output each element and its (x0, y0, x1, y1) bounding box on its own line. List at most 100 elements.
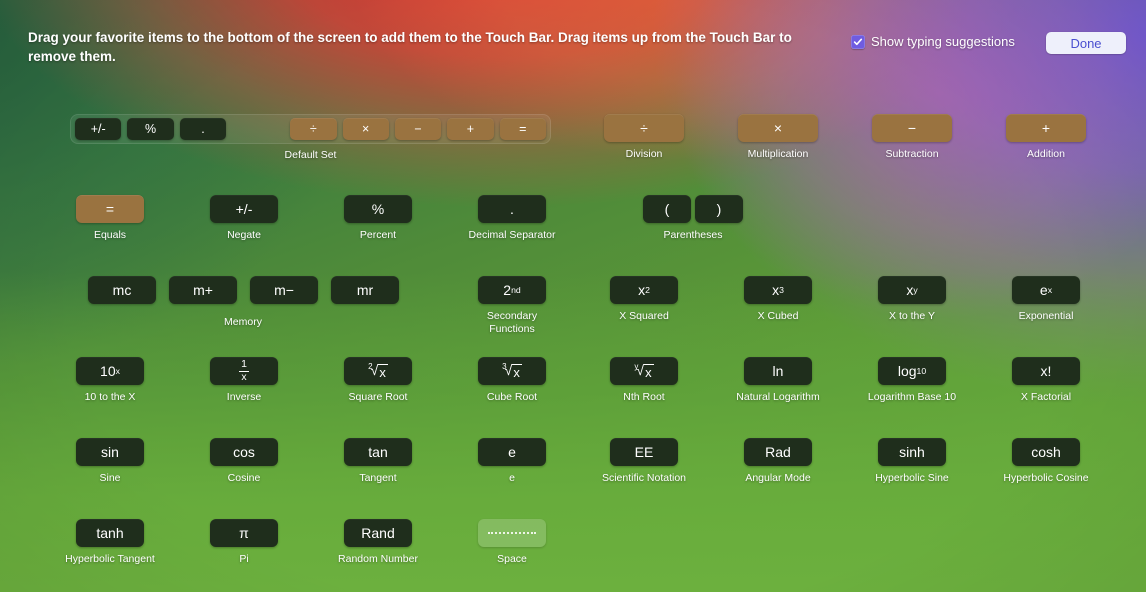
addition-key[interactable]: + (1006, 114, 1086, 142)
x-glyph: x (772, 282, 780, 298)
e-key[interactable]: e (478, 438, 546, 466)
item-logarithm-base-10[interactable]: log 10 Logarithm Base 10 (852, 357, 972, 404)
nth-root-label: Nth Root (623, 391, 665, 403)
item-scientific-notation[interactable]: EE Scientific Notation (584, 438, 704, 485)
item-cube-root[interactable]: 3 √ x Cube Root (452, 357, 572, 404)
ee-key[interactable]: EE (610, 438, 678, 466)
parentheses-label: Parentheses (663, 229, 723, 241)
cosh-key[interactable]: cosh (1012, 438, 1080, 466)
item-hyperbolic-tangent[interactable]: tanh Hyperbolic Tangent (50, 519, 170, 566)
paren-close-key[interactable]: ) (695, 195, 743, 223)
item-square-root[interactable]: 2 √ x Square Root (318, 357, 438, 404)
x-glyph: x (906, 282, 914, 298)
log10-key[interactable]: log 10 (878, 357, 946, 385)
item-secondary-functions[interactable]: 2nd Secondary Functions (452, 276, 572, 336)
ln-key[interactable]: ln (744, 357, 812, 385)
radical-radicand: x (644, 364, 654, 380)
multiplication-label: Multiplication (747, 148, 809, 160)
item-sine[interactable]: sin Sine (50, 438, 170, 485)
item-subtraction[interactable]: − Subtraction (852, 114, 972, 161)
addition-label: Addition (1027, 148, 1065, 160)
item-e[interactable]: e e (452, 438, 572, 485)
item-cosine[interactable]: cos Cosine (184, 438, 304, 485)
touch-bar-customization-screen: Drag your favorite items to the bottom o… (0, 0, 1146, 592)
x-squared-key[interactable]: x2 (610, 276, 678, 304)
item-percent[interactable]: % Percent (318, 195, 438, 242)
default-set-key-division[interactable]: ÷ (290, 118, 337, 140)
item-pi[interactable]: π Pi (184, 519, 304, 566)
cube-root-key[interactable]: 3 √ x (478, 357, 546, 385)
fraction-one-over-x: 1 x (239, 359, 249, 382)
nth-root-key[interactable]: y √ x (610, 357, 678, 385)
default-set-key-addition[interactable]: + (447, 118, 494, 140)
sine-label: Sine (99, 472, 121, 484)
tanh-key[interactable]: tanh (76, 519, 144, 547)
subtraction-key[interactable]: − (872, 114, 952, 142)
item-negate[interactable]: +/- Negate (184, 195, 304, 242)
exponential-key[interactable]: ex (1012, 276, 1080, 304)
default-set-key-multiplication[interactable]: × (342, 118, 389, 140)
multiplication-key[interactable]: × (738, 114, 818, 142)
item-space[interactable]: Space (452, 519, 572, 566)
item-x-to-the-y[interactable]: xy X to the Y (852, 276, 972, 323)
item-division[interactable]: ÷ Division (584, 114, 704, 161)
item-equals[interactable]: = Equals (50, 195, 170, 242)
item-memory-recall[interactable]: mr (305, 276, 425, 304)
cos-key[interactable]: cos (210, 438, 278, 466)
paren-open-key[interactable]: ( (643, 195, 691, 223)
x-to-the-y-key[interactable]: xy (878, 276, 946, 304)
square-root-label: Square Root (348, 391, 408, 403)
item-exponential[interactable]: ex Exponential (986, 276, 1106, 323)
show-typing-suggestions-label: Show typing suggestions (871, 34, 1015, 49)
square-root-key[interactable]: 2 √ x (344, 357, 412, 385)
item-addition[interactable]: + Addition (986, 114, 1106, 161)
default-set-tray[interactable]: +/- % . ÷ × − + = (70, 114, 551, 144)
item-decimal-separator[interactable]: . Decimal Separator (452, 195, 572, 242)
customization-panel: Drag your favorite items to the bottom o… (6, 10, 1140, 592)
item-hyperbolic-sine[interactable]: sinh Hyperbolic Sine (852, 438, 972, 485)
item-x-factorial[interactable]: x! X Factorial (986, 357, 1106, 404)
decimal-separator-key[interactable]: . (478, 195, 546, 223)
item-parentheses[interactable]: ( ) Parentheses (633, 195, 753, 242)
ten-to-the-x-key[interactable]: 10 x (76, 357, 144, 385)
inverse-key[interactable]: 1 x (210, 357, 278, 385)
item-x-squared[interactable]: x2 X Squared (584, 276, 704, 323)
show-typing-suggestions-checkbox[interactable]: Show typing suggestions (851, 34, 1015, 49)
x-squared-label: X Squared (619, 310, 669, 322)
item-hyperbolic-cosine[interactable]: cosh Hyperbolic Cosine (986, 438, 1106, 485)
sinh-key[interactable]: sinh (878, 438, 946, 466)
rad-key[interactable]: Rad (744, 438, 812, 466)
negate-key[interactable]: +/- (210, 195, 278, 223)
pi-key[interactable]: π (210, 519, 278, 547)
equals-key[interactable]: = (76, 195, 144, 223)
default-set-key-negate[interactable]: +/- (75, 118, 122, 140)
percent-key[interactable]: % (344, 195, 412, 223)
item-random-number[interactable]: Rand Random Number (318, 519, 438, 566)
rand-key[interactable]: Rand (344, 519, 412, 547)
second-function-key[interactable]: 2nd (478, 276, 546, 304)
division-key[interactable]: ÷ (604, 114, 684, 142)
default-set-key-subtraction[interactable]: − (394, 118, 442, 140)
percent-label: Percent (359, 229, 397, 241)
item-multiplication[interactable]: × Multiplication (718, 114, 838, 161)
x-factorial-key[interactable]: x! (1012, 357, 1080, 385)
instructions-text: Drag your favorite items to the bottom o… (28, 30, 792, 64)
parentheses-keys[interactable]: ( ) (643, 195, 743, 223)
item-inverse[interactable]: 1 x Inverse (184, 357, 304, 404)
item-tangent[interactable]: tan Tangent (318, 438, 438, 485)
subtraction-label: Subtraction (885, 148, 939, 160)
item-angular-mode[interactable]: Rad Angular Mode (718, 438, 838, 485)
tan-key[interactable]: tan (344, 438, 412, 466)
mr-key[interactable]: mr (331, 276, 399, 304)
item-nth-root[interactable]: y √ x Nth Root (584, 357, 704, 404)
default-set-key-decimal[interactable]: . (179, 118, 227, 140)
x-cubed-key[interactable]: x3 (744, 276, 812, 304)
default-set-key-equals[interactable]: = (499, 118, 546, 140)
item-x-cubed[interactable]: x3 X Cubed (718, 276, 838, 323)
space-key[interactable] (478, 519, 546, 547)
item-natural-logarithm[interactable]: ln Natural Logarithm (718, 357, 838, 404)
sin-key[interactable]: sin (76, 438, 144, 466)
default-set-key-percent[interactable]: % (127, 118, 174, 140)
item-ten-to-the-x[interactable]: 10 x 10 to the X (50, 357, 170, 404)
done-button[interactable]: Done (1046, 32, 1126, 54)
